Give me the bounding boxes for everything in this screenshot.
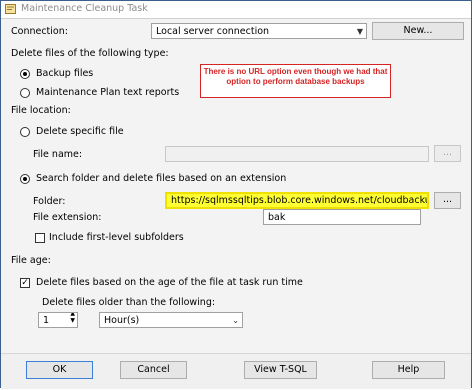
file-location-header: File location:	[11, 105, 71, 116]
search-folder-radio[interactable]	[20, 174, 30, 184]
file-age-header: File age:	[11, 255, 51, 266]
age-unit-select[interactable]: Hour(s) ⌄	[99, 312, 243, 328]
connection-label: Connection:	[11, 26, 68, 37]
backup-files-radio[interactable]	[20, 69, 30, 79]
chevron-down-icon: ⌄	[232, 316, 239, 325]
window-title: Maintenance Cleanup Task	[21, 3, 148, 14]
older-than-label: Delete files older than the following:	[42, 297, 216, 308]
title-bar: Maintenance Cleanup Task	[1, 1, 471, 19]
include-subfolders-label: Include first-level subfolders	[49, 232, 184, 243]
connection-select[interactable]: Local server connection ▼	[151, 23, 367, 39]
folder-input[interactable]: https://sqlmssqltips.blob.core.windows.n…	[165, 192, 429, 209]
annotation-callout: There is no URL option even though we ha…	[200, 64, 391, 98]
delete-by-age-label: Delete files based on the age of the fil…	[36, 277, 303, 288]
text-reports-label: Maintenance Plan text reports	[36, 87, 180, 98]
help-button[interactable]: Help	[372, 361, 445, 379]
file-name-input[interactable]	[165, 146, 429, 162]
cancel-button[interactable]: Cancel	[120, 361, 187, 379]
age-unit-value: Hour(s)	[104, 315, 140, 326]
backup-files-label: Backup files	[36, 68, 94, 79]
file-name-browse-button[interactable]: ...	[434, 145, 461, 162]
task-icon	[5, 4, 16, 14]
file-extension-input[interactable]: bak	[263, 209, 421, 225]
delete-specific-file-radio[interactable]	[20, 127, 30, 137]
chevron-down-icon: ▼	[356, 27, 363, 36]
view-tsql-button[interactable]: View T-SQL	[244, 361, 317, 379]
delete-specific-file-label: Delete specific file	[36, 126, 124, 137]
new-connection-button[interactable]: New...	[372, 22, 464, 40]
age-amount-value: 1	[43, 315, 50, 326]
age-amount-stepper[interactable]: 1 ▲ ▼	[38, 312, 78, 328]
file-extension-label: File extension:	[33, 212, 102, 223]
search-folder-label: Search folder and delete files based on …	[36, 173, 287, 184]
spin-arrows-icon[interactable]: ▲ ▼	[70, 313, 75, 324]
text-reports-radio[interactable]	[20, 88, 30, 98]
maintenance-cleanup-dialog: Maintenance Cleanup Task Connection: Loc…	[0, 0, 472, 389]
file-type-header: Delete files of the following type:	[11, 48, 169, 59]
folder-browse-button[interactable]: ...	[434, 192, 461, 209]
file-name-label: File name:	[33, 149, 83, 160]
ok-button[interactable]: OK	[26, 361, 93, 379]
delete-by-age-checkbox[interactable]: ✓	[20, 278, 30, 288]
folder-label: Folder:	[33, 196, 66, 207]
connection-value: Local server connection	[156, 26, 270, 37]
include-subfolders-checkbox[interactable]	[35, 233, 45, 243]
button-bar: OK Cancel View T-SQL Help	[1, 353, 471, 389]
